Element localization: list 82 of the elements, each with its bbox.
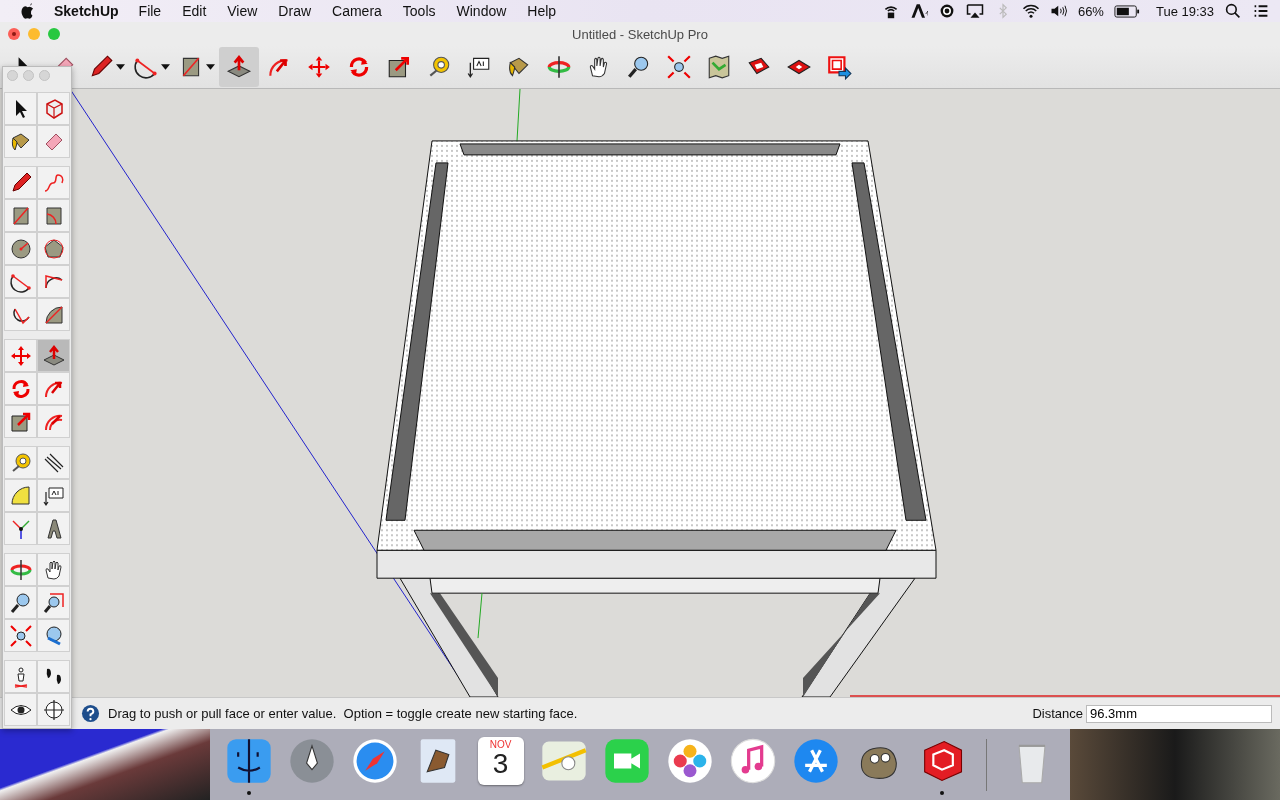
magnifier-tool-button[interactable] <box>4 586 37 619</box>
search-icon[interactable] <box>1224 3 1242 19</box>
menu-item[interactable]: Edit <box>182 3 207 19</box>
push-pull-tool-button[interactable] <box>37 339 70 372</box>
menu-item[interactable]: Tools <box>402 3 436 19</box>
menu-item[interactable]: Draw <box>278 3 312 19</box>
dimension-tool-button[interactable] <box>37 446 70 479</box>
eye-tool-button[interactable] <box>4 693 37 726</box>
cube-tool-button[interactable] <box>37 92 70 125</box>
pencil-icon <box>88 54 114 80</box>
export-icon <box>826 54 852 80</box>
tape-measure-tool-button[interactable] <box>4 446 37 479</box>
orbit-icon <box>546 54 572 80</box>
pencil-tool-button[interactable] <box>4 166 37 199</box>
move-tool-button[interactable] <box>4 339 37 372</box>
apple-logo-icon[interactable] <box>20 2 35 20</box>
measurement-field[interactable]: 96.3mm <box>1086 704 1272 723</box>
dock-divider <box>986 738 987 791</box>
footprints-tool-button[interactable] <box>37 660 70 693</box>
push-pull-icon <box>226 54 252 80</box>
move-icon <box>306 54 332 80</box>
orbit-icon <box>8 557 33 582</box>
circle-icon <box>8 236 33 261</box>
rotated-rectangle-tool-button[interactable] <box>37 199 70 232</box>
axes-tool-button[interactable] <box>4 512 37 545</box>
zoom-window-icon <box>41 590 66 615</box>
adobe-letter-icon[interactable] <box>909 3 928 19</box>
axis-line <box>516 89 521 142</box>
freehand-tool-button[interactable] <box>37 166 70 199</box>
zoom-window-tool-button[interactable] <box>37 586 70 619</box>
follow-me-tool-button[interactable] <box>37 372 70 405</box>
paint-bucket-tool-button[interactable] <box>4 125 37 158</box>
table-drawing[interactable] <box>376 140 937 697</box>
menu-item[interactable]: Help <box>527 3 557 19</box>
window-title: Untitled - SketchUp Pro <box>572 26 708 42</box>
pie-tool-button[interactable] <box>37 298 70 331</box>
polygon-icon <box>41 236 66 261</box>
status-hint: Drag to push or pull face or enter value. Option = toggle create new starting face. <box>108 706 578 721</box>
hand-tool-button[interactable] <box>37 553 70 586</box>
polygon-tool-button[interactable] <box>37 232 70 265</box>
menu-item[interactable]: File <box>138 3 162 19</box>
protractor-icon <box>8 483 33 508</box>
rectangle-tool-button[interactable] <box>4 199 37 232</box>
app-menu[interactable]: SketchUp <box>54 3 119 19</box>
speaker-icon[interactable] <box>1049 3 1068 19</box>
airplay-icon[interactable] <box>965 3 984 19</box>
menu-icon[interactable] <box>1252 3 1270 19</box>
menu-item[interactable]: View <box>227 3 258 19</box>
scale-tool-button[interactable] <box>4 405 37 438</box>
help-icon[interactable] <box>81 704 100 723</box>
push-pull-tool-button[interactable] <box>219 47 259 87</box>
arrow-tool-button[interactable] <box>4 92 37 125</box>
battery-percentage[interactable]: 66% <box>1077 3 1104 19</box>
clock[interactable]: Tue 19:33 <box>1155 3 1214 19</box>
wifi-icon[interactable] <box>1021 3 1040 19</box>
3d-letter-tool-button[interactable] <box>37 512 70 545</box>
offset-tool-button[interactable] <box>37 405 70 438</box>
measurement-label: Distance <box>1032 706 1083 721</box>
zoom-extents-icon <box>666 54 692 80</box>
calendar-day: 3 <box>492 749 509 778</box>
battery-icon[interactable] <box>1113 4 1140 18</box>
eraser-tool-button[interactable] <box>37 125 70 158</box>
menu-item[interactable]: Window <box>456 3 507 19</box>
zoom-extents-icon <box>8 623 33 648</box>
calendar-month: NOV <box>489 738 512 750</box>
close-icon[interactable] <box>8 28 20 40</box>
scale-icon <box>386 54 412 80</box>
section-plane-icon <box>41 697 66 722</box>
map-icon <box>706 54 732 80</box>
orbit-tool-button[interactable] <box>4 553 37 586</box>
magnifier-icon <box>8 590 33 615</box>
calendar-app-icon[interactable]: NOV 3 <box>477 736 524 785</box>
arc-tool-button[interactable] <box>4 265 37 298</box>
axis-line <box>477 592 483 639</box>
zoom-extents-tool-button[interactable] <box>4 619 37 652</box>
person-tool-button[interactable] <box>4 660 37 693</box>
menu-item[interactable]: Camera <box>332 3 382 19</box>
push-pull-icon <box>41 343 66 368</box>
section-plane-tool-button[interactable] <box>37 693 70 726</box>
previous-view-tool-button[interactable] <box>37 619 70 652</box>
circle-tool-button[interactable] <box>4 232 37 265</box>
rotate-tool-button[interactable] <box>4 372 37 405</box>
